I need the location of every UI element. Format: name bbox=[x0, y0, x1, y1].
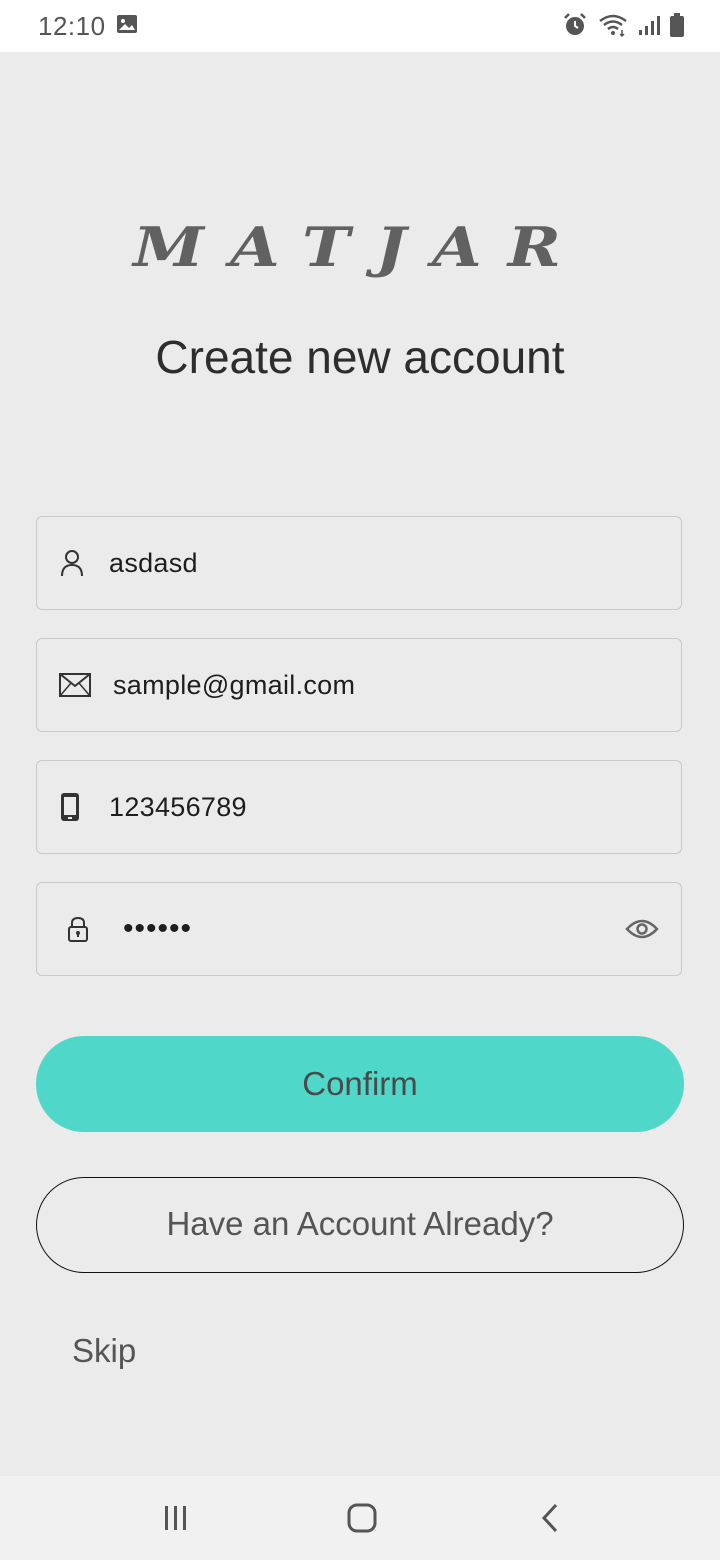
status-bar: 12:10 bbox=[0, 0, 720, 52]
email-field[interactable]: sample@gmail.com bbox=[36, 638, 682, 732]
battery-icon bbox=[670, 13, 684, 42]
wifi-icon bbox=[598, 13, 628, 42]
image-icon bbox=[116, 14, 138, 39]
app-logo: MATJAR bbox=[133, 215, 587, 280]
mail-icon bbox=[59, 639, 91, 731]
phone-value[interactable]: 123456789 bbox=[109, 761, 247, 853]
page-title: Create new account bbox=[155, 331, 565, 383]
skip-link[interactable]: Skip bbox=[72, 1332, 136, 1370]
confirm-button[interactable]: Confirm bbox=[36, 1036, 684, 1132]
name-value[interactable]: asdasd bbox=[109, 517, 198, 609]
eye-icon[interactable] bbox=[625, 883, 659, 975]
email-value[interactable]: sample@gmail.com bbox=[113, 639, 355, 731]
home-icon[interactable] bbox=[322, 1476, 402, 1560]
signal-icon bbox=[638, 14, 660, 41]
lock-icon bbox=[67, 883, 89, 975]
recent-apps-icon[interactable] bbox=[136, 1476, 216, 1560]
password-field[interactable]: •••••• bbox=[36, 882, 682, 976]
phone-icon bbox=[59, 761, 81, 853]
name-field[interactable]: asdasd bbox=[36, 516, 682, 610]
phone-field[interactable]: 123456789 bbox=[36, 760, 682, 854]
status-icons bbox=[562, 12, 684, 43]
status-time: 12:10 bbox=[38, 11, 106, 41]
back-icon[interactable] bbox=[510, 1476, 590, 1560]
alarm-icon bbox=[562, 12, 588, 43]
have-account-button[interactable]: Have an Account Already? bbox=[36, 1177, 684, 1273]
person-icon bbox=[59, 517, 85, 609]
password-value[interactable]: •••••• bbox=[123, 883, 192, 975]
navigation-bar bbox=[0, 1476, 720, 1560]
